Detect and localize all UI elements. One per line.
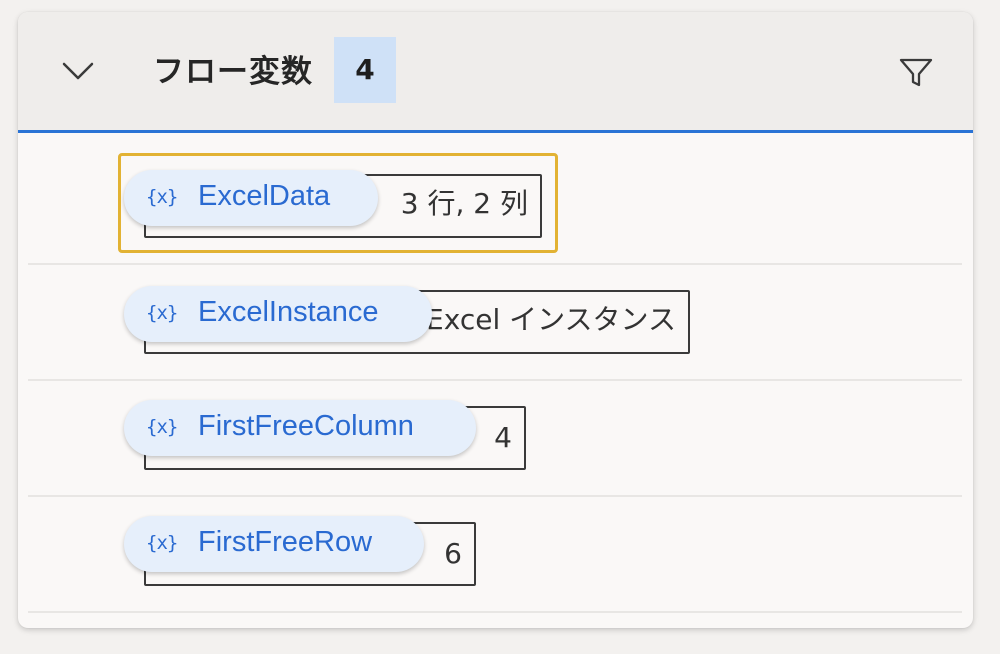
flow-variables-panel: フロー変数 4 3 行, 2 列 {x} ExcelData Excel インス… [18,12,973,628]
variable-name: FirstFreeRow [198,526,373,558]
variable-value: 3 行, 2 列 [400,187,528,220]
variable-icon: {x} [146,532,178,554]
variable-icon: {x} [146,186,178,208]
variable-name: FirstFreeColumn [198,410,414,442]
variable-pill[interactable]: {x} FirstFreeColumn [124,400,476,456]
variable-count-badge: 4 [334,37,396,103]
variable-row[interactable]: 6 {x} FirstFreeRow [28,496,962,613]
chevron-down-icon[interactable] [58,50,98,90]
panel-title: フロー変数 [153,54,313,90]
variable-icon: {x} [146,416,178,438]
variable-pill[interactable]: {x} ExcelData [124,170,378,226]
filter-icon[interactable] [896,52,936,92]
variable-value: 6 [444,537,462,570]
variable-name: ExcelInstance [198,296,379,328]
variable-row[interactable]: 3 行, 2 列 {x} ExcelData [28,148,962,265]
variable-pill[interactable]: {x} ExcelInstance [124,286,432,342]
variable-value: Excel インスタンス [426,303,676,336]
variable-row[interactable]: Excel インスタンス {x} ExcelInstance [28,264,962,381]
panel-header[interactable]: フロー変数 4 [18,12,973,133]
variable-icon: {x} [146,302,178,324]
variable-value: 4 [494,421,512,454]
variable-row[interactable]: 4 {x} FirstFreeColumn [28,380,962,497]
variable-pill[interactable]: {x} FirstFreeRow [124,516,424,572]
variable-name: ExcelData [198,180,331,212]
